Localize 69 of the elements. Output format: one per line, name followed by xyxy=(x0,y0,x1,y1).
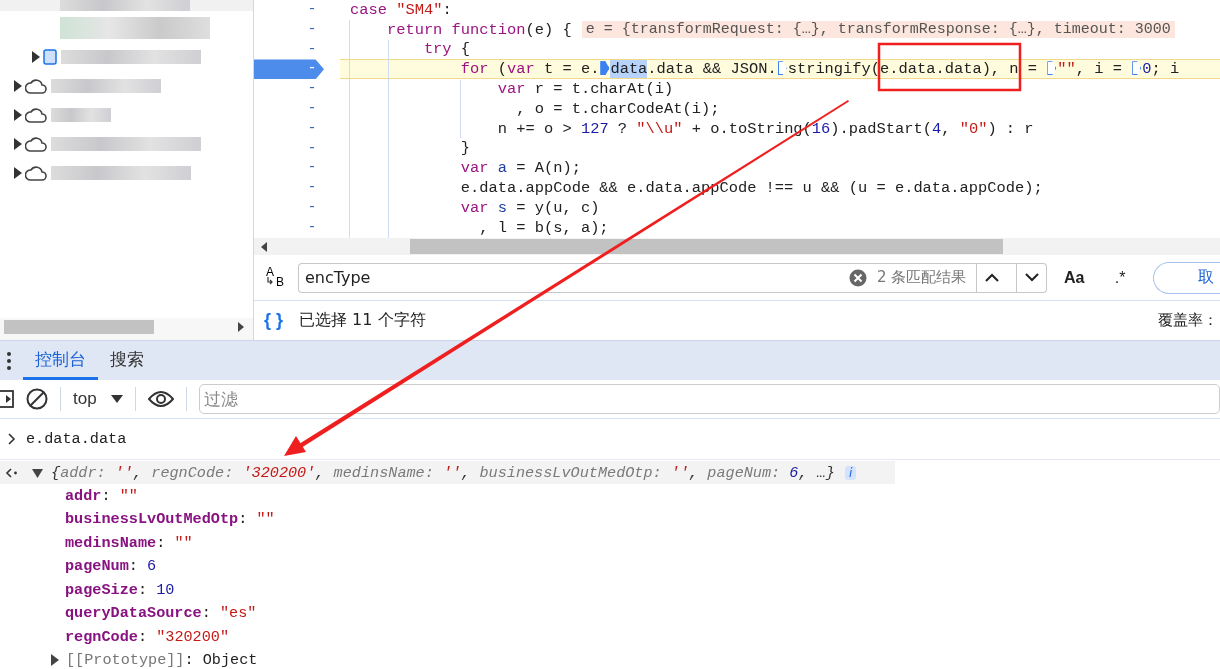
inline-value: e = {transformRequest: {…}, transformResponse: {…}, timeout: 3000 xyxy=(581,21,1175,39)
cloud-icon xyxy=(25,77,47,94)
info-badge[interactable]: i xyxy=(844,465,857,480)
expanded-triangle-icon[interactable] xyxy=(32,467,43,478)
code-line: , o = t.charCodeAt(i); xyxy=(515,99,720,118)
line-gutter[interactable]: - xyxy=(254,138,324,159)
selection-info: 已选择 11 个字符 xyxy=(299,310,426,331)
code-line: , l = b(s, a); xyxy=(478,218,609,237)
arrow-icon xyxy=(267,276,273,285)
property-entry: pageSize: 10 xyxy=(65,580,175,599)
code-line: return function(e) { xyxy=(385,20,572,39)
collapsed-triangle-icon[interactable] xyxy=(50,654,60,667)
console-command-text: e.data.data xyxy=(26,430,127,448)
cancel-button[interactable]: 取 xyxy=(1153,261,1220,294)
line-gutter[interactable]: - xyxy=(254,39,324,60)
collapsed-triangle-icon[interactable] xyxy=(13,108,23,121)
scroll-right-icon[interactable] xyxy=(237,322,245,332)
drawer-tab[interactable]: 搜索 xyxy=(98,341,156,380)
code-line: var r = t.charAt(i) xyxy=(496,80,674,99)
property-entry[interactable]: [[Prototype]]: Object xyxy=(66,651,258,669)
collapsed-triangle-icon[interactable] xyxy=(31,51,41,63)
property-entry: queryDataSource: "es" xyxy=(65,604,257,623)
collapsed-triangle-icon[interactable] xyxy=(13,166,23,179)
pretty-print-button[interactable]: { } xyxy=(264,310,283,331)
match-case-button[interactable]: Aa xyxy=(1055,268,1094,287)
collapsed-triangle-icon[interactable] xyxy=(13,137,23,150)
line-gutter[interactable]: - xyxy=(254,197,324,218)
file-icon xyxy=(43,49,57,65)
context-selector[interactable]: top xyxy=(73,389,123,409)
blurred-block xyxy=(51,107,111,122)
line-gutter[interactable]: - xyxy=(254,79,324,99)
cloud-icon xyxy=(25,106,47,123)
line-gutter[interactable]: - xyxy=(254,217,324,238)
line-gutter[interactable]: - xyxy=(254,99,324,119)
line-gutter[interactable]: - xyxy=(254,118,324,139)
collapsed-triangle-icon[interactable] xyxy=(13,79,23,92)
cloud-icon xyxy=(25,135,47,152)
code-line: var a = A(n); xyxy=(459,159,581,178)
drawer-tab[interactable]: 控制台 xyxy=(23,341,98,380)
coverage-label: 覆盖率： xyxy=(1158,311,1219,330)
filter-field[interactable]: 过滤 xyxy=(198,384,1220,414)
scrollbar-thumb[interactable] xyxy=(4,320,154,334)
regex-button[interactable]: .* xyxy=(1101,268,1139,287)
scroll-left-icon[interactable] xyxy=(260,241,268,252)
property-entry: medinsName: "" xyxy=(65,533,193,552)
menu-icon[interactable] xyxy=(7,351,11,370)
cloud-icon xyxy=(25,164,47,181)
prompt-chevron-icon xyxy=(8,433,16,445)
code-line: var s = y(u, c) xyxy=(459,198,600,217)
code-line: } xyxy=(459,139,471,158)
line-gutter[interactable]: - xyxy=(254,178,324,198)
property-entry: businessLvOutMedOtp: "" xyxy=(65,510,275,529)
result-arrow-icon xyxy=(5,467,18,478)
line-gutter[interactable]: - xyxy=(254,59,324,80)
caret-icon xyxy=(110,395,123,403)
replace-toggle[interactable]: AB xyxy=(264,264,290,291)
object-preview[interactable]: {addr: '', regnCode: '320200', medinsName: '', businessLvOutMedOtp: '', pageNum: 6, …} xyxy=(51,463,835,482)
property-entry: addr: "" xyxy=(65,486,138,505)
eye-icon[interactable] xyxy=(147,390,174,408)
code-line: try { xyxy=(422,40,471,59)
line-gutter[interactable]: - xyxy=(254,0,324,20)
scrollbar-thumb[interactable] xyxy=(410,239,1003,254)
sidebar-toggle-icon[interactable] xyxy=(0,390,14,408)
line-gutter[interactable]: - xyxy=(254,158,324,179)
code-line: case "SM4": xyxy=(350,0,452,19)
property-entry: regnCode: "320200" xyxy=(65,627,230,646)
line-gutter[interactable]: - xyxy=(254,19,324,40)
property-entry: pageNum: 6 xyxy=(65,557,157,576)
clear-console-icon[interactable] xyxy=(26,388,48,410)
